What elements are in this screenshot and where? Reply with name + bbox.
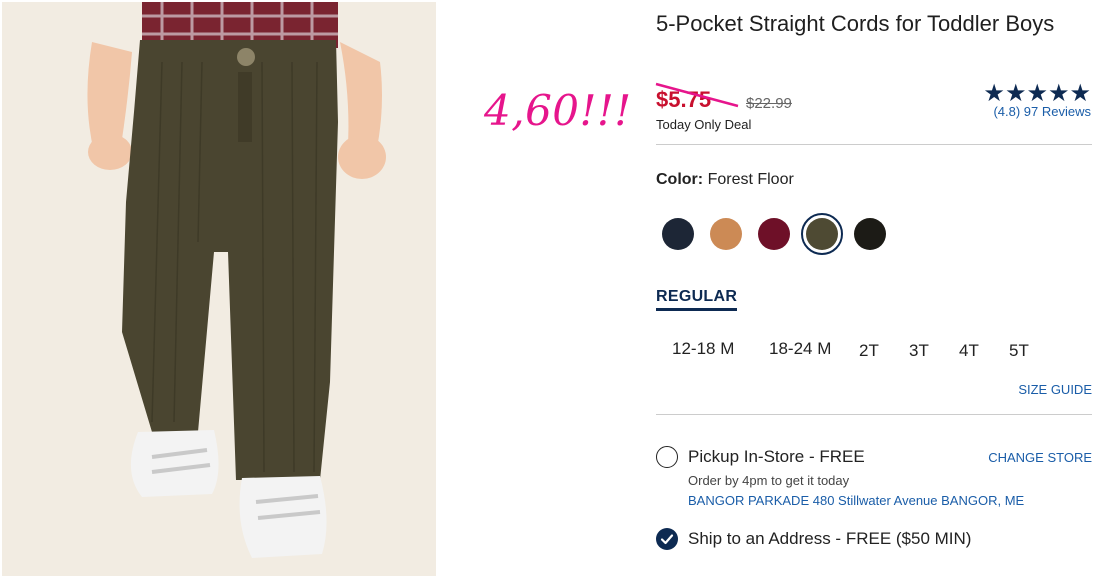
size-option[interactable]: 18-24 M	[769, 339, 831, 359]
product-image	[2, 2, 436, 576]
color-swatch-navy[interactable]	[662, 218, 694, 250]
reviews-count: 97 Reviews	[1023, 104, 1091, 119]
size-option[interactable]: 12-18 M	[672, 339, 734, 359]
color-label: Color:	[656, 171, 704, 188]
ship-radio[interactable]	[656, 528, 678, 550]
size-guide-link[interactable]: SIZE GUIDE	[1018, 382, 1092, 397]
product-title: 5-Pocket Straight Cords for Toddler Boys	[656, 11, 1055, 36]
color-swatch-burgundy[interactable]	[758, 218, 790, 250]
ship-label: Ship to an Address - FREE ($50 MIN)	[688, 529, 972, 548]
size-option[interactable]: 4T	[959, 341, 979, 361]
size-option[interactable]: 5T	[1009, 341, 1029, 361]
size-option[interactable]: 2T	[859, 341, 879, 361]
color-swatch-black[interactable]	[854, 218, 886, 250]
color-selection-label: Color: Forest Floor	[656, 171, 794, 189]
color-swatch-tan[interactable]	[710, 218, 742, 250]
pickup-label: Pickup In-Store - FREE	[688, 447, 865, 466]
rating-value: (4.8)	[993, 104, 1021, 119]
deal-label: Today Only Deal	[656, 117, 752, 132]
star-icon: ★★★★★	[983, 80, 1091, 107]
original-price: $22.99	[746, 95, 792, 112]
checkmark-icon	[660, 534, 674, 545]
selected-color-name: Forest Floor	[707, 171, 794, 188]
reviews-link[interactable]: (4.8) 97 Reviews	[993, 104, 1091, 119]
handwritten-price-overlay: 4,60!!!	[484, 86, 632, 135]
change-store-link[interactable]: CHANGE STORE	[988, 450, 1092, 465]
color-swatch-forest-floor[interactable]	[801, 213, 843, 255]
size-option[interactable]: 3T	[909, 341, 929, 361]
tab-regular[interactable]: REGULAR	[656, 288, 738, 311]
store-address-link[interactable]: BANGOR PARKADE 480 Stillwater Avenue BAN…	[688, 493, 1024, 508]
order-by-note: Order by 4pm to get it today	[688, 473, 850, 488]
divider	[656, 144, 1092, 145]
sale-price: $5.75	[656, 87, 712, 112]
pickup-radio[interactable]	[656, 446, 678, 468]
divider	[656, 414, 1092, 415]
